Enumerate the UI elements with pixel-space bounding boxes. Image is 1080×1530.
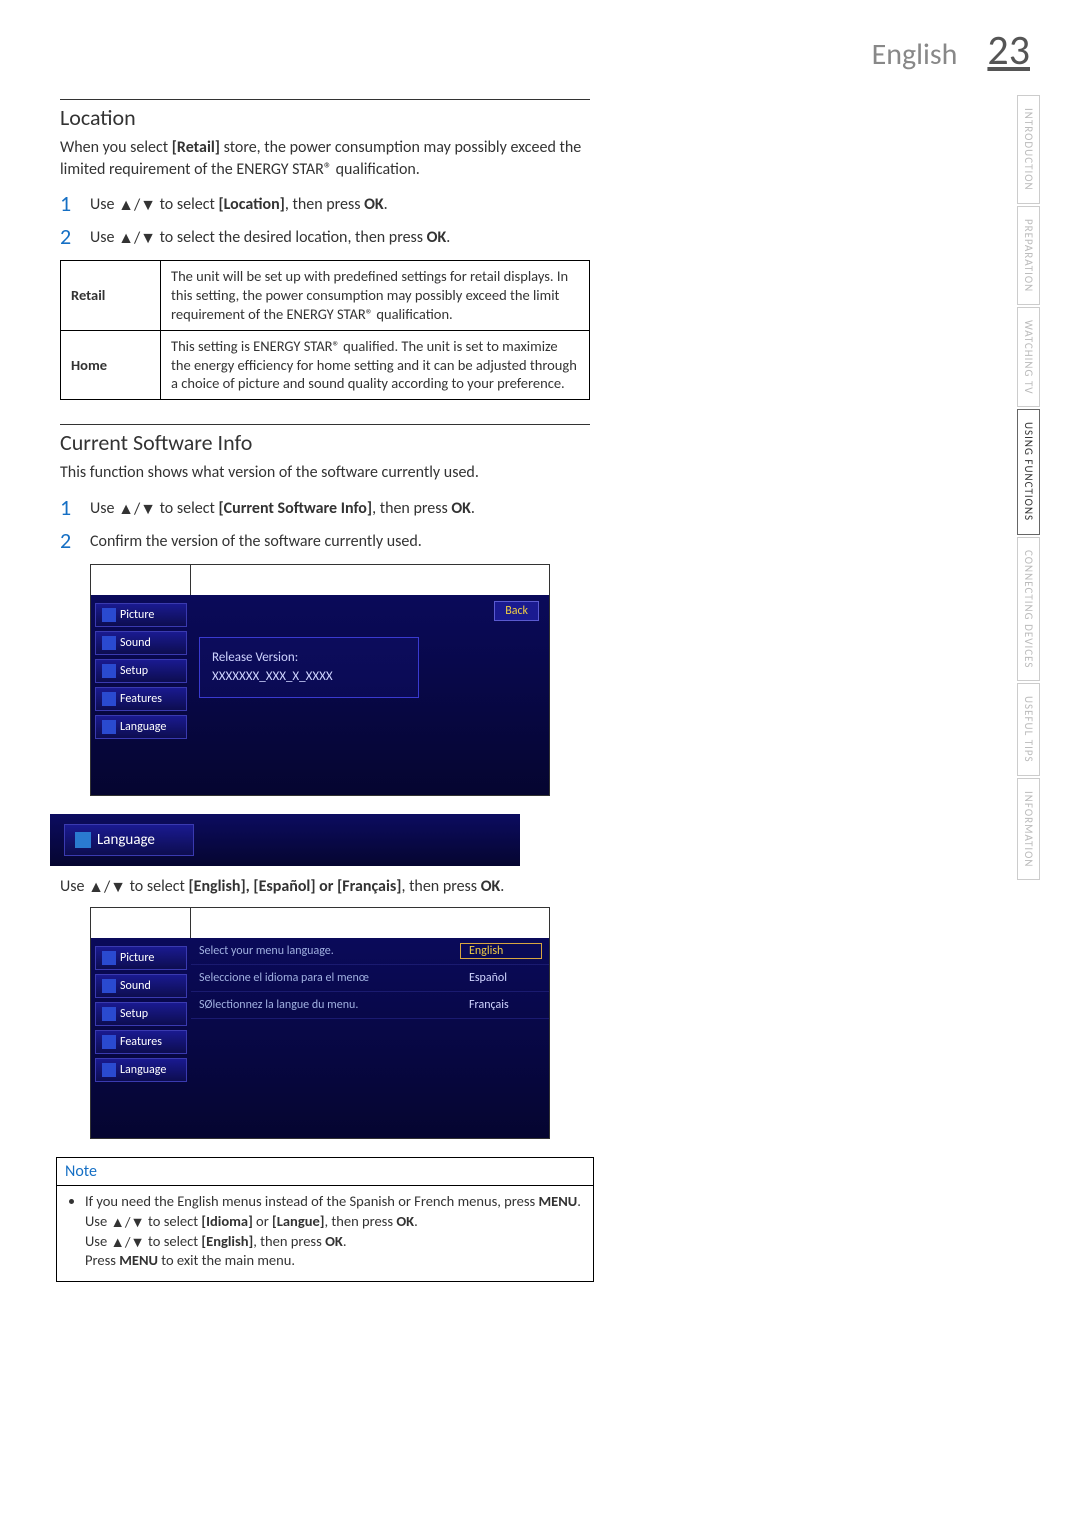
flag-icon [75, 832, 91, 848]
setup-icon [102, 664, 116, 678]
back-button[interactable]: Back [494, 601, 539, 621]
note-header: Note [57, 1158, 593, 1186]
sidebar-item-language[interactable]: Language [95, 715, 187, 739]
sidebar-item-picture[interactable]: Picture [95, 603, 187, 627]
language-bar-label: Language [97, 831, 155, 849]
tv-main-panel: Select your menu language. English Selec… [191, 938, 549, 1138]
page-header: English 23 [872, 25, 1030, 76]
tv-main-panel: Back Release Version: XXXXXXX_XXX_X_XXXX [191, 595, 549, 795]
tab-preparation[interactable]: PREPARATION [1017, 206, 1040, 305]
location-step-1: 1 Use ▲/▼ to select [Location], then pre… [60, 190, 590, 217]
location-step-2: 2 Use ▲/▼ to select the desired location… [60, 223, 590, 250]
language-icon [102, 1063, 116, 1077]
location-intro: When you select [Retail] store, the powe… [60, 137, 590, 180]
tab-using-functions[interactable]: USING FUNCTIONS [1017, 409, 1040, 534]
language-icon [102, 720, 116, 734]
content-column: Location When you select [Retail] store,… [60, 75, 590, 1282]
release-label: Release Version: [212, 648, 406, 668]
tv-sidebar: Picture Sound Setup Features Language [91, 595, 191, 795]
tab-watching-tv[interactable]: WATCHING TV [1017, 307, 1040, 408]
sidebar-item-sound[interactable]: Sound [95, 631, 187, 655]
sound-icon [102, 979, 116, 993]
tv-menu-software: Picture Sound Setup Features Language Ba… [90, 564, 550, 796]
language-header-bar: Language [50, 814, 520, 866]
location-title: Location [60, 99, 590, 131]
sidebar-item-features[interactable]: Features [95, 1030, 187, 1054]
sidebar-item-sound[interactable]: Sound [95, 974, 187, 998]
note-body: If you need the English menus instead of… [57, 1186, 593, 1280]
note-line: If you need the English menus instead of… [85, 1192, 583, 1270]
software-title: Current Software Info [60, 424, 590, 456]
tv-menu-language: Picture Sound Setup Features Language Se… [90, 907, 550, 1139]
software-step-1: 1 Use ▲/▼ to select [Current Software In… [60, 494, 590, 521]
sound-icon [102, 636, 116, 650]
lang-row-francais[interactable]: SØlectionnez la langue du menu. Français [191, 992, 549, 1019]
lang-row-english[interactable]: Select your menu language. English [191, 938, 549, 965]
release-info-box: Release Version: XXXXXXX_XXX_X_XXXX [199, 637, 419, 698]
location-table: Retail The unit will be set up with pred… [60, 260, 590, 400]
language-header-inner: Language [64, 824, 194, 856]
features-icon [102, 692, 116, 706]
sidebar-item-setup[interactable]: Setup [95, 1002, 187, 1026]
sidebar-item-language[interactable]: Language [95, 1058, 187, 1082]
software-intro: This function shows what version of the … [60, 462, 590, 484]
tab-introduction[interactable]: INTRODUCTION [1017, 95, 1040, 204]
tab-information[interactable]: INFORMATION [1017, 778, 1040, 881]
sidebar-item-setup[interactable]: Setup [95, 659, 187, 683]
tab-useful-tips[interactable]: USEFUL TIPS [1017, 683, 1040, 776]
picture-icon [102, 951, 116, 965]
table-row: Retail The unit will be set up with pred… [61, 261, 590, 331]
picture-icon [102, 608, 116, 622]
tv-sidebar: Picture Sound Setup Features Language [91, 938, 191, 1138]
note-box: Note If you need the English menus inste… [56, 1157, 594, 1281]
lang-row-espanol[interactable]: Seleccione el idioma para el menœ Españo… [191, 965, 549, 992]
software-step-2: 2 Confirm the version of the software cu… [60, 527, 590, 554]
sidebar-item-picture[interactable]: Picture [95, 946, 187, 970]
table-row: Home This setting is ENERGY STAR® qualif… [61, 330, 590, 400]
language-instruction: Use ▲/▼ to select [English], [Español] o… [60, 876, 590, 898]
side-tabs: INTRODUCTION PREPARATION WATCHING TV USI… [1017, 95, 1040, 880]
location-steps: 1 Use ▲/▼ to select [Location], then pre… [60, 190, 590, 250]
sidebar-item-features[interactable]: Features [95, 687, 187, 711]
setup-icon [102, 1007, 116, 1021]
page-number: 23 [987, 25, 1030, 76]
release-value: XXXXXXX_XXX_X_XXXX [212, 667, 406, 687]
tab-connecting-devices[interactable]: CONNECTING DEVICES [1017, 537, 1040, 681]
software-steps: 1 Use ▲/▼ to select [Current Software In… [60, 494, 590, 554]
header-language: English [872, 36, 958, 73]
features-icon [102, 1035, 116, 1049]
